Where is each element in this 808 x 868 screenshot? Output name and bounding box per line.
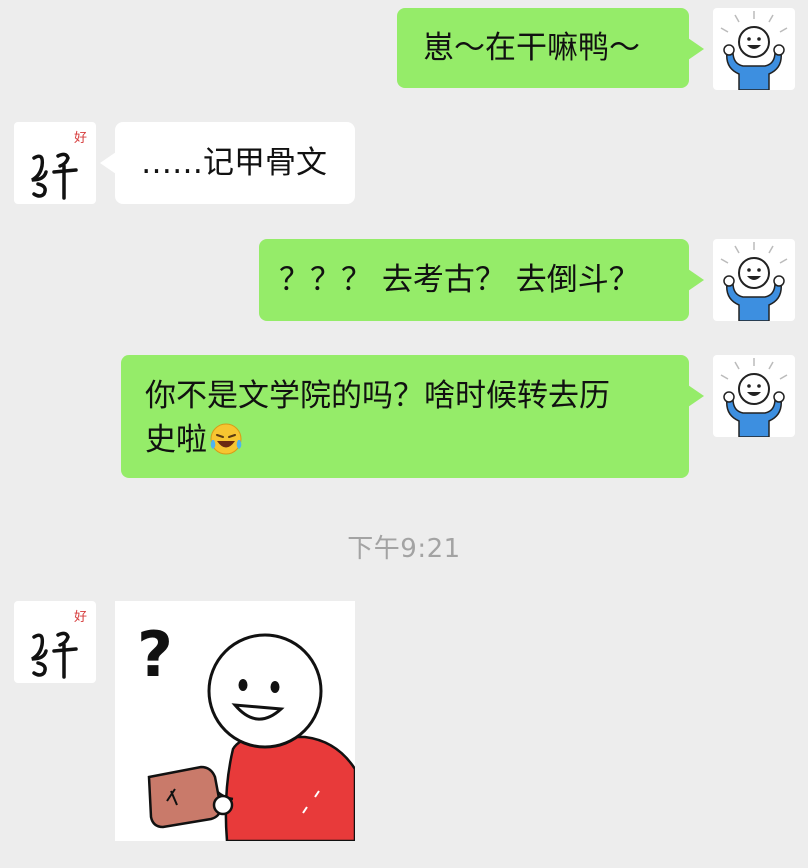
message-text: ……记甲骨文 xyxy=(141,145,327,181)
contact-avatar[interactable]: 好 xyxy=(14,122,96,204)
oracle-good-character-icon: 好 xyxy=(31,131,87,200)
self-avatar[interactable] xyxy=(713,355,795,437)
contact-avatar[interactable]: 好 xyxy=(14,601,96,683)
message-bubble-self[interactable]: 崽～在干嘛鸭～ xyxy=(397,8,704,88)
message-text-tail: 史啦 xyxy=(145,422,207,458)
self-avatar[interactable] xyxy=(713,239,795,321)
self-avatar[interactable] xyxy=(713,8,795,90)
avatar-label: 好 xyxy=(74,131,87,146)
avatar-label: 好 xyxy=(74,610,87,625)
cheering-figure-icon xyxy=(720,11,788,90)
message-text-line: 史啦 xyxy=(145,418,689,462)
sticker-question-mark: ? xyxy=(137,618,173,691)
sticker-message[interactable]: ? xyxy=(115,601,357,843)
message-text-line: 你不是文学院的吗？啥时候转去历 xyxy=(145,378,610,414)
cheering-figure-icon xyxy=(720,242,788,321)
oracle-good-character-icon: 好 xyxy=(31,610,87,679)
message-timestamp: 下午9:21 xyxy=(347,534,461,564)
cheering-figure-icon xyxy=(720,358,788,437)
message-text: ？？？ 去考古？ 去倒斗？ xyxy=(279,262,640,298)
message-bubble-contact[interactable]: ……记甲骨文 xyxy=(100,122,355,204)
confused-reading-sticker-icon: ? xyxy=(137,618,357,843)
message-bubble-self[interactable]: 你不是文学院的吗？啥时候转去历 史啦 xyxy=(121,355,704,478)
message-bubble-self[interactable]: ？？？ 去考古？ 去倒斗？ xyxy=(259,239,704,321)
message-text: 崽～在干嘛鸭～ xyxy=(423,30,640,66)
laughing-crying-emoji-icon xyxy=(210,423,242,455)
